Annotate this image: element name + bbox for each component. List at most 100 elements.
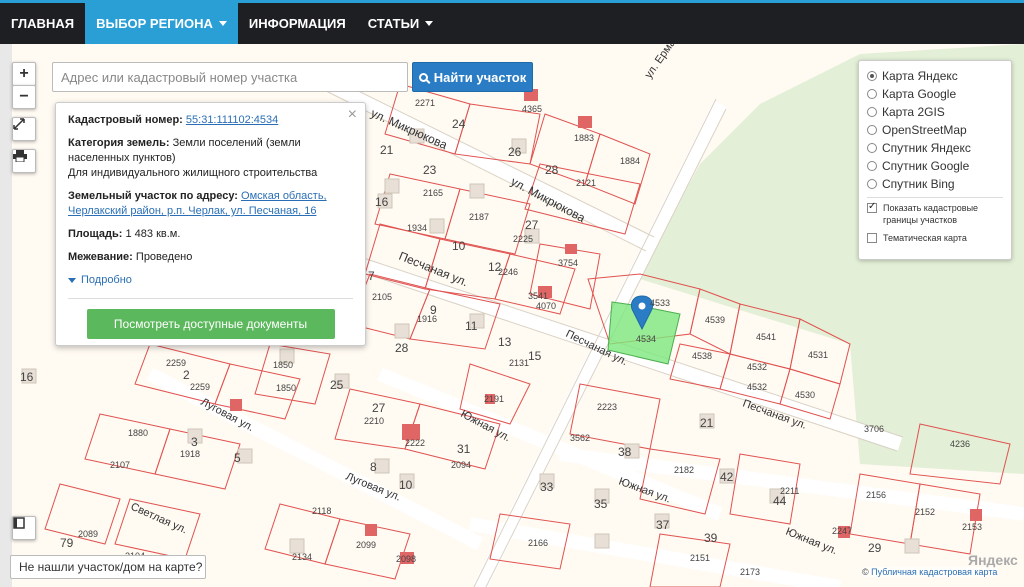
search-button[interactable]: Найти участок — [412, 62, 533, 92]
layer-option[interactable]: Карта Google — [867, 85, 1003, 103]
area-label: Площадь: — [68, 228, 123, 240]
map-edge — [0, 44, 12, 587]
zoom-in-button[interactable]: + — [12, 62, 36, 86]
parcel-number-label: 4533 — [650, 298, 670, 308]
attribution-link[interactable]: Публичная кадастровая карта — [871, 567, 997, 577]
address-row: Земельный участок по адресу: Омская обла… — [68, 189, 353, 219]
parcel-number-label: 2152 — [915, 507, 935, 517]
details-toggle-label: Подробно — [81, 274, 132, 286]
layer-option-label: Спутник Google — [882, 159, 970, 173]
missing-parcel-link[interactable]: Не нашли участок/дом на карте? — [10, 555, 206, 579]
street-label: Южная ул. — [784, 526, 839, 558]
street-label: Светлая ул. — [129, 501, 189, 537]
parcel-number-label: 2098 — [396, 554, 416, 564]
parcel-number-label: 21 — [700, 416, 714, 430]
parcel-number-label: 1883 — [574, 133, 594, 143]
parcel-number-label: 5 — [234, 451, 241, 465]
view-documents-button[interactable]: Посмотреть доступные документы — [86, 309, 335, 339]
radio-button[interactable] — [867, 179, 877, 189]
parcel-number-label: 2259 — [166, 358, 186, 368]
missing-parcel-label: Не нашли участок/дом на карте? — [19, 560, 203, 574]
show-cadastral-checkbox[interactable] — [867, 201, 877, 213]
main-nav: ГЛАВНАЯ ВЫБОР РЕГИОНА ИНФОРМАЦИЯ СТАТЬИ — [0, 3, 1024, 44]
street-label: ул. Ермака — [643, 44, 686, 81]
nav-region-select[interactable]: ВЫБОР РЕГИОНА — [85, 3, 238, 44]
map-area[interactable]: ул. Микрюкова ул. Микрюкова Песчаная ул. Пе… — [0, 44, 1024, 587]
parcel-number-label: 33 — [540, 480, 554, 494]
cadastral-link[interactable]: 55:31:111102:4534 — [186, 114, 278, 126]
parcel-number-label: 31 — [457, 442, 471, 456]
parcel-number-label: 13 — [498, 335, 512, 349]
search-button-label: Найти участок — [433, 69, 527, 85]
radio-button[interactable] — [867, 125, 877, 135]
fullscreen-button[interactable] — [12, 117, 36, 141]
layer-option[interactable]: Спутник Яндекс — [867, 139, 1003, 157]
parcel-number-label: 23 — [423, 163, 437, 177]
parcel-number-label: 44 — [773, 494, 787, 508]
parcel-info-popup: × Кадастровый номер: 55:31:111102:4534 К… — [55, 102, 366, 346]
parcel-number-label: 2211 — [780, 486, 799, 496]
layer-option[interactable]: Карта Яндекс — [867, 67, 1003, 85]
parcel-number-label: 3706 — [864, 424, 884, 434]
radio-button[interactable] — [867, 143, 877, 153]
parcel-number-label: 3754 — [558, 258, 578, 268]
parcel-number-label: 2107 — [110, 460, 130, 470]
layer-switcher: Карта Яндекс Карта Google Карта 2GIS OpenSt… — [858, 60, 1012, 260]
parcel-number-label: 2222 — [405, 438, 425, 448]
details-toggle[interactable]: Подробно — [68, 273, 353, 288]
chevron-down-icon — [218, 21, 227, 26]
parcel-number-label: 24 — [452, 117, 466, 131]
parcel-number-label: 2187 — [469, 212, 489, 222]
parcel-number-label: 27 — [525, 218, 539, 232]
parcel-number-label: 2131 — [509, 358, 529, 368]
zoom-out-icon: − — [19, 88, 29, 105]
search-icon — [418, 72, 428, 82]
zoom-out-button[interactable]: − — [12, 85, 36, 109]
radio-button[interactable] — [867, 161, 877, 171]
layer-option[interactable]: Спутник Google — [867, 157, 1003, 175]
chevron-down-icon — [425, 21, 434, 26]
parcel-number-label: 4538 — [692, 351, 712, 361]
legend-toggle-button[interactable] — [12, 516, 36, 540]
parcel-number-label: 8 — [370, 460, 377, 474]
parcel-number-label: 21 — [380, 143, 394, 157]
close-icon[interactable]: × — [348, 107, 357, 123]
copyright-symbol: © — [862, 567, 869, 577]
divider — [867, 197, 1003, 198]
street-label: Луговая ул. — [344, 471, 403, 504]
expand-icon — [13, 118, 25, 130]
parcel-number-label: 2225 — [513, 234, 533, 244]
radio-button[interactable] — [867, 107, 877, 117]
survey-label: Межевание: — [68, 251, 133, 263]
radio-button[interactable] — [867, 89, 877, 99]
search-input[interactable] — [52, 62, 408, 92]
street-label: Луговая ул. — [199, 396, 256, 434]
thematic-checkbox[interactable] — [867, 233, 877, 243]
cadastral-label: Кадастровый номер: — [68, 114, 183, 126]
parcel-number-label: 2118 — [312, 506, 331, 516]
layer-option-label: Карта Яндекс — [882, 69, 958, 83]
area-value: 1 483 кв.м. — [125, 228, 181, 240]
radio-button[interactable] — [867, 71, 877, 81]
parcel-number-label: 7 — [368, 269, 375, 283]
parcel-number-label: 1934 — [407, 223, 427, 233]
nav-info[interactable]: ИНФОРМАЦИЯ — [238, 3, 357, 44]
nav-home[interactable]: ГЛАВНАЯ — [0, 3, 85, 44]
layer-option[interactable]: OpenStreetMap — [867, 121, 1003, 139]
thematic-option[interactable]: Тематическая карта — [867, 232, 1003, 244]
parcel-number-label: 2173 — [740, 567, 760, 577]
layer-option[interactable]: Спутник Bing — [867, 175, 1003, 193]
parcel-number-label: 2182 — [674, 465, 694, 475]
show-cadastral-option[interactable]: Показать кадастровые границы участков — [867, 201, 1003, 226]
parcel-number-label: 2259 — [190, 382, 210, 392]
parcel-number-label: 2134 — [292, 552, 312, 562]
layer-option[interactable]: Карта 2GIS — [867, 103, 1003, 121]
parcel-number-label: 16 — [20, 370, 34, 384]
print-button[interactable] — [12, 149, 36, 173]
parcel-number-label: 4531 — [808, 350, 828, 360]
nav-articles[interactable]: СТАТЬИ — [357, 3, 445, 44]
parcel-number-label: 1850 — [273, 360, 293, 370]
top-navbar: ГЛАВНАЯ ВЫБОР РЕГИОНА ИНФОРМАЦИЯ СТАТЬИ — [0, 0, 1024, 44]
parcel-number-label: 28 — [395, 341, 409, 355]
parcel-number-label: 4532 — [747, 362, 767, 372]
